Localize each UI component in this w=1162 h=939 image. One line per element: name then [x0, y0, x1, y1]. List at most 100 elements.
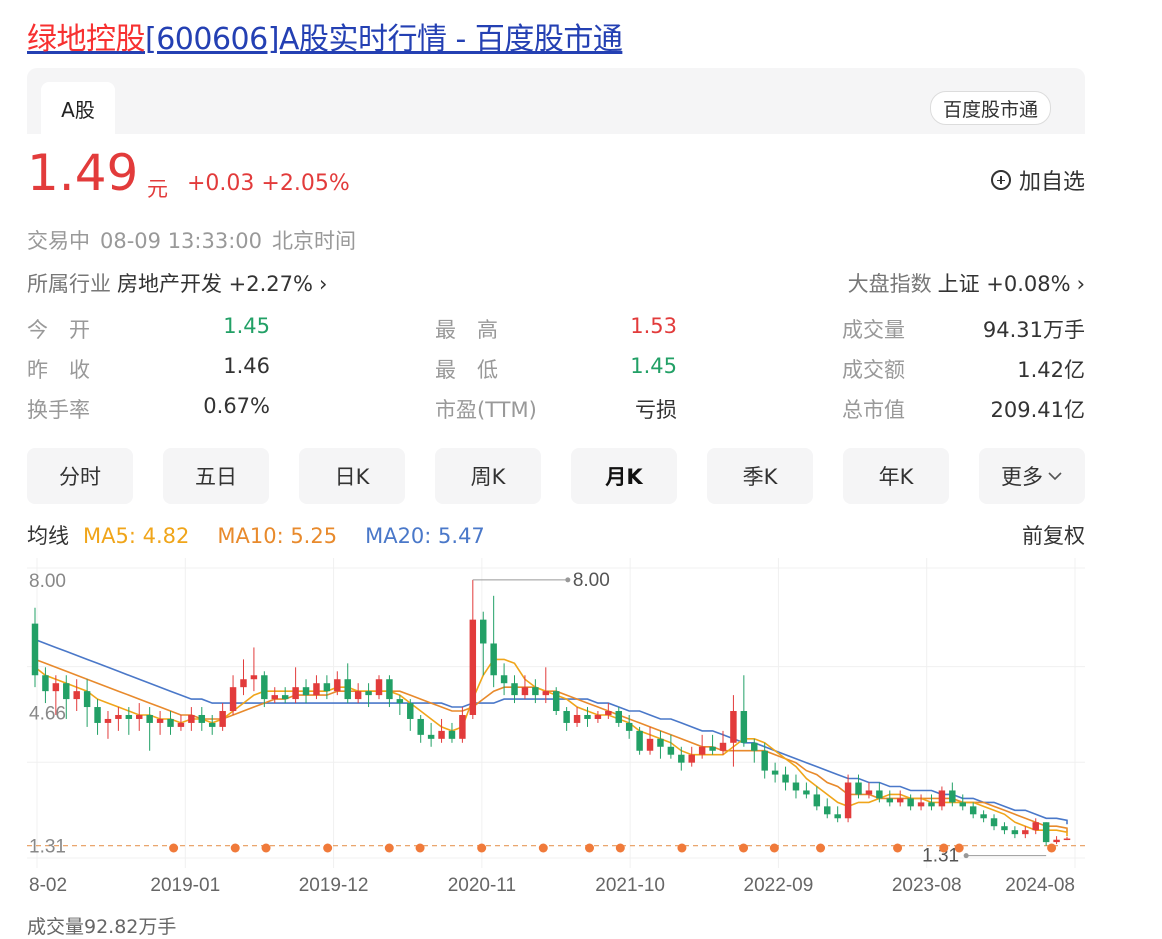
tab-more[interactable]: 更多	[979, 448, 1085, 504]
candle-body	[167, 718, 174, 727]
ma20-line	[34, 638, 1068, 825]
monthly-k-chart[interactable]: 8.001.318.004.661.318-02 2019-01 2019-12 20…	[27, 558, 1085, 904]
candle-body	[605, 711, 612, 715]
x-axis-label: 2022-09	[744, 875, 814, 896]
period-tabs: 分时 五日 日K 周K 月K 季K 年K 更多	[27, 448, 1085, 504]
candle-body	[803, 790, 810, 795]
candle-body	[782, 774, 789, 783]
volume-label: 成交量92.82万手	[27, 916, 177, 938]
candle-body	[292, 687, 299, 700]
candle-body	[208, 722, 216, 727]
tab-weekly-k[interactable]: 周K	[435, 448, 541, 504]
candle-body	[657, 738, 664, 747]
market-tab-bar: A股 百度股市通	[27, 68, 1085, 134]
candle-body	[917, 802, 925, 807]
tab-quarterly-k[interactable]: 季K	[707, 448, 813, 504]
candle-body	[281, 695, 289, 700]
stat-label: 换手率	[27, 398, 90, 422]
candle-body	[907, 798, 914, 807]
x-axis-label: 2019-12	[299, 875, 369, 896]
y-axis-label: 8.00	[29, 571, 66, 592]
ma-label: 均线	[27, 524, 69, 548]
candle-body	[980, 814, 987, 819]
status-datetime: 08-09 13:33:00	[100, 229, 263, 253]
stat-value: 209.41亿	[990, 398, 1085, 422]
add-to-watchlist-button[interactable]: 加自选	[990, 164, 1085, 196]
tab-yearly-k[interactable]: 年K	[843, 448, 949, 504]
candle-body	[542, 691, 550, 696]
candle-body	[844, 782, 852, 819]
candle-body	[615, 711, 622, 723]
industry-label: 所属行业	[27, 272, 111, 296]
price-adjust-selector[interactable]: 前复权	[1022, 520, 1085, 550]
candle-body	[813, 794, 821, 807]
stats-row: 今 开 1.45 最 高 1.53 成交量 94.31万手	[27, 314, 1085, 344]
stat-value: 0.67%	[203, 394, 270, 418]
stat-label: 昨 收	[27, 358, 90, 382]
tab-daily-k[interactable]: 日K	[299, 448, 405, 504]
stat-label: 市盈(TTM)	[435, 398, 537, 422]
event-dot	[477, 843, 487, 853]
event-dot	[893, 843, 903, 853]
candle-body	[751, 742, 758, 751]
status-text: 交易中	[27, 229, 90, 253]
index-value: 上证 +0.08%	[937, 272, 1071, 296]
candle-body	[94, 707, 101, 723]
candle-body	[709, 746, 716, 751]
x-axis-label: 8-02	[29, 875, 67, 896]
tab-monthly-k[interactable]: 月K	[571, 448, 677, 504]
brand-chip[interactable]: 百度股市通	[929, 91, 1051, 125]
event-dot	[1047, 843, 1057, 853]
candle-body	[552, 691, 560, 712]
stat-value: 1.53	[630, 314, 677, 338]
candle-body	[313, 683, 320, 696]
candle-body	[63, 683, 70, 700]
candle-body	[407, 703, 414, 719]
moving-average-legend: 均线 MA5: 4.82 MA10: 5.25 MA20: 5.47	[27, 520, 485, 550]
candle-body	[667, 746, 675, 755]
candle-body	[573, 714, 581, 723]
candle-body	[386, 679, 393, 700]
candle-body	[323, 683, 331, 692]
tab-a-share[interactable]: A股	[41, 82, 115, 134]
market-index-link[interactable]: 大盘指数 上证 +0.08% ›	[848, 268, 1085, 298]
chevron-down-icon	[1048, 472, 1062, 481]
stat-value: 1.42亿	[1017, 358, 1085, 382]
stats-row: 昨 收 1.46 最 低 1.45 成交额 1.42亿	[27, 354, 1085, 384]
stats-row: 换手率 0.67% 市盈(TTM) 亏损 总市值 209.41亿	[27, 394, 1085, 424]
event-dot	[939, 843, 949, 853]
candle-body	[490, 643, 497, 676]
candle-body	[125, 714, 133, 719]
candle-body	[1022, 830, 1029, 835]
event-dot	[769, 843, 779, 853]
candle-body	[52, 683, 60, 692]
event-dot	[816, 843, 826, 853]
max-label: 8.00	[573, 570, 610, 591]
candle-body	[469, 619, 477, 715]
candle-body	[219, 711, 226, 727]
stat-label: 最 低	[435, 358, 498, 382]
candle-body	[354, 691, 362, 700]
candle-body	[792, 782, 800, 791]
candle-body	[177, 722, 185, 727]
candle-body	[104, 718, 112, 723]
candle-body	[688, 754, 695, 763]
candle-body	[302, 687, 310, 696]
industry-link[interactable]: 所属行业 房地产开发 +2.27% ›	[27, 268, 327, 298]
tab-five-day[interactable]: 五日	[163, 448, 269, 504]
candle-body	[834, 814, 841, 819]
candle-body	[771, 770, 779, 775]
candle-body	[1042, 822, 1050, 843]
ma5-line	[34, 658, 1068, 837]
stat-label: 成交额	[842, 358, 905, 382]
candle-body	[865, 790, 873, 795]
page-title-rest: [600606]A股实时行情 - 百度股市通	[145, 22, 623, 57]
candle-body	[1001, 826, 1008, 831]
event-dot	[585, 843, 595, 853]
candle-body	[886, 798, 894, 803]
tab-intraday[interactable]: 分时	[27, 448, 133, 504]
ma10-value: MA10: 5.25	[217, 524, 338, 548]
page-title-link[interactable]: 绿地控股[600606]A股实时行情 - 百度股市通	[27, 14, 623, 58]
candle-body	[511, 683, 518, 696]
candle-body	[198, 714, 206, 723]
